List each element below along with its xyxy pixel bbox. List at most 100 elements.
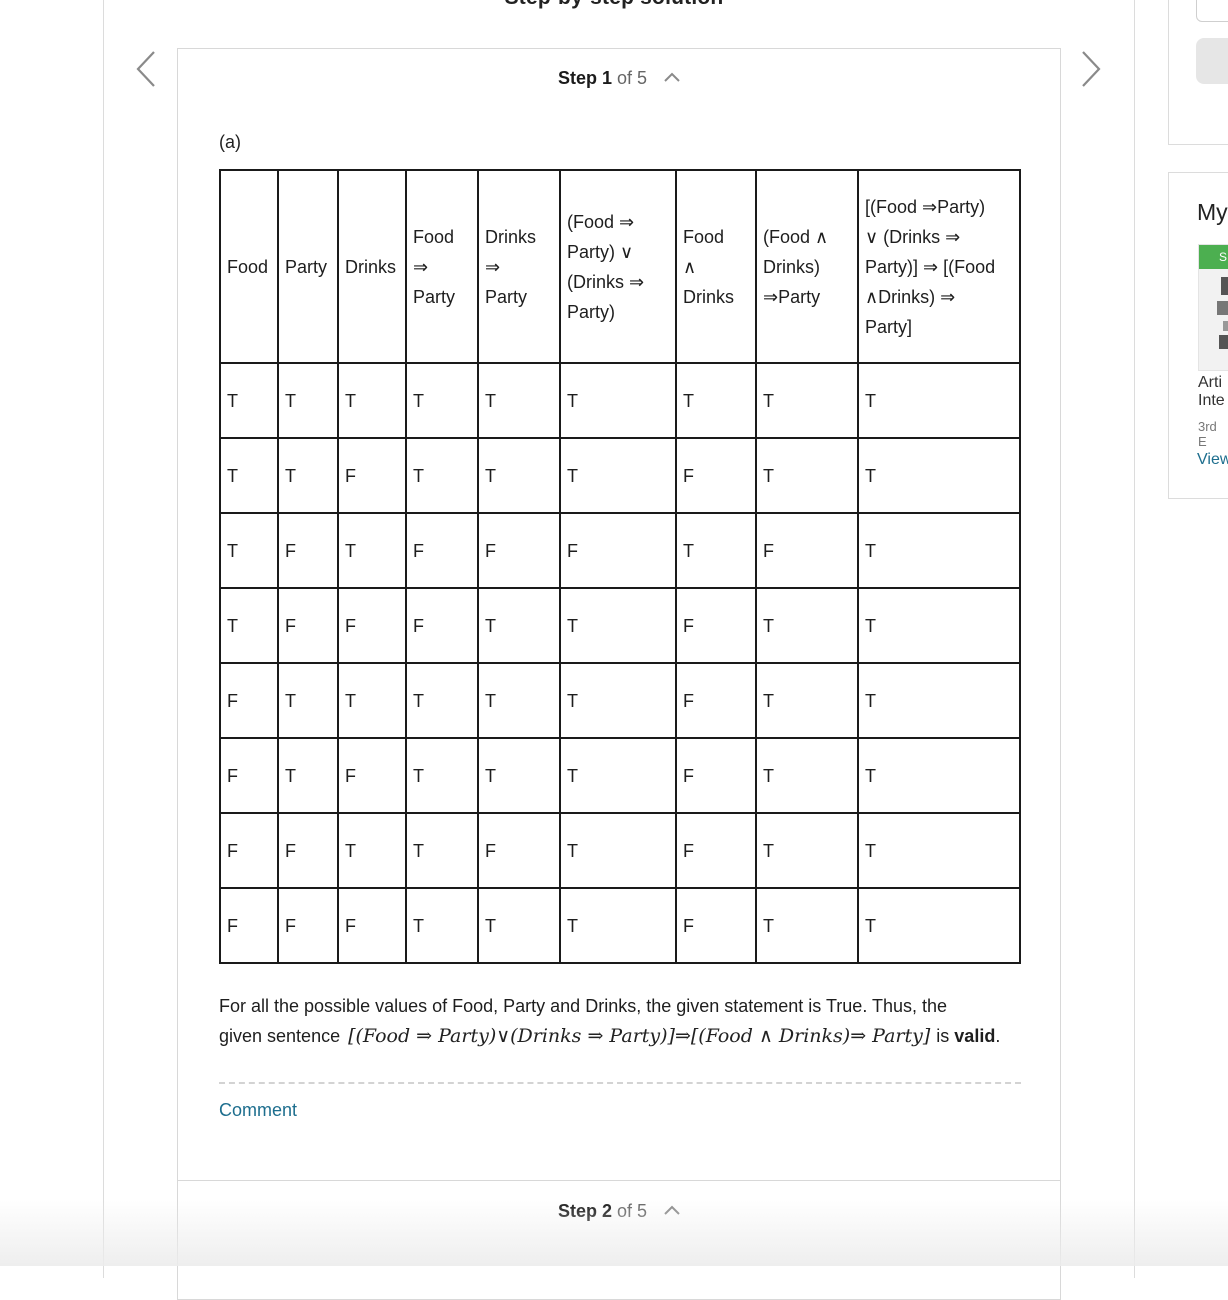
table-cell: T [219,587,279,664]
table-header-row: Food Party Drinks Food ⇒ Party Drinks ⇒ … [219,169,1021,364]
table-cell: T [755,812,859,889]
table-row: TFTFFFTFT [219,512,1021,589]
conclusion-line-2: given sentence [(Food ⇒ Party)∨(Drinks ⇒ … [219,1025,1001,1047]
book-title[interactable]: Arti Inte [1198,374,1225,410]
step-1-card: Step 1 of 5 (a) Food Party Drinks Food ⇒… [177,48,1061,1181]
column-header: Food [219,169,279,364]
table-cell: F [675,737,757,814]
table-cell: F [675,812,757,889]
step-count: of 5 [617,1201,648,1221]
step-2-header[interactable]: Step 2 of 5 [178,1199,1060,1222]
table-cell: F [477,812,561,889]
table-cell: T [857,662,1021,739]
table-cell: T [477,662,561,739]
chevron-up-icon[interactable] [664,1199,680,1220]
table-cell: T [755,587,859,664]
step-label: Step 1 [557,68,612,88]
table-cell: T [755,662,859,739]
table-cell: T [559,587,677,664]
valid-word: valid [954,1026,996,1046]
column-header: Party [277,169,339,364]
table-cell: T [559,662,677,739]
table-cell: T [857,887,1021,964]
table-cell: T [405,887,479,964]
table-row: FTFTTTFTT [219,737,1021,814]
table-cell: T [337,512,407,589]
divider [219,1082,1021,1084]
table-cell: F [477,512,561,589]
column-header: (Food ⇒ Party) ∨ (Drinks ⇒ Party) [559,169,677,364]
table-row: FTTTTTFTT [219,662,1021,739]
sidebar-button[interactable] [1196,38,1228,84]
table-cell: F [675,662,757,739]
table-cell: F [219,887,279,964]
truth-table: Food Party Drinks Food ⇒ Party Drinks ⇒ … [219,169,1021,964]
table-cell: T [477,887,561,964]
book-cover[interactable]: S [1198,244,1228,371]
table-cell: T [675,512,757,589]
table-cell: T [755,437,859,514]
book-badge: S [1199,245,1228,269]
table-cell: T [405,662,479,739]
chevron-left-icon [134,48,158,90]
table-cell: F [337,737,407,814]
table-cell: F [405,512,479,589]
table-cell: T [277,737,339,814]
table-cell: T [857,737,1021,814]
table-cell: T [857,812,1021,889]
table-cell: T [405,737,479,814]
table-cell: F [219,737,279,814]
table-cell: T [477,362,561,439]
table-row: FFFTTTFTT [219,887,1021,964]
book-edition: 3rd E [1198,419,1217,449]
table-cell: T [405,437,479,514]
table-cell: F [675,437,757,514]
table-cell: T [219,362,279,439]
step-2-card: Step 2 of 5 [177,1180,1061,1300]
next-step-button[interactable] [1079,48,1103,90]
conclusion-text: For all the possible values of Food, Par… [219,991,1029,1051]
sidebar-title: My [1197,199,1228,225]
table-cell: T [277,362,339,439]
table-cell: T [277,437,339,514]
table-cell: T [559,362,677,439]
table-cell: T [755,362,859,439]
step-label: Step 2 [557,1201,612,1221]
column-header: Drinks ⇒ Party [477,169,561,364]
table-cell: T [337,662,407,739]
table-cell: F [277,587,339,664]
table-row: TFFFTTFTT [219,587,1021,664]
conclusion-line-1: For all the possible values of Food, Par… [219,996,948,1016]
chevron-right-icon [1079,48,1103,90]
table-cell: T [477,587,561,664]
table-cell: T [337,362,407,439]
table-cell: F [219,812,279,889]
comment-link[interactable]: Comment [219,1100,297,1121]
table-cell: T [219,512,279,589]
table-row: FFTTFTFTT [219,812,1021,889]
table-cell: F [559,512,677,589]
chevron-up-icon[interactable] [664,66,680,87]
table-cell: T [277,662,339,739]
table-cell: T [219,437,279,514]
table-cell: T [337,812,407,889]
table-cell: T [477,737,561,814]
previous-step-button[interactable] [134,48,158,90]
table-cell: F [405,587,479,664]
table-cell: T [405,812,479,889]
table-cell: F [337,587,407,664]
table-cell: F [277,887,339,964]
table-cell: T [559,812,677,889]
view-link[interactable]: View [1197,451,1228,469]
sidebar-input[interactable] [1196,0,1228,22]
table-cell: T [857,362,1021,439]
step-count: of 5 [617,68,648,88]
table-cell: T [559,887,677,964]
book-cover-art [1215,273,1228,353]
step-1-header[interactable]: Step 1 of 5 [178,66,1060,89]
part-label: (a) [219,132,241,152]
table-cell: F [675,887,757,964]
column-header: Food ∧ Drinks [675,169,757,364]
table-cell: T [477,437,561,514]
table-cell: T [857,512,1021,589]
